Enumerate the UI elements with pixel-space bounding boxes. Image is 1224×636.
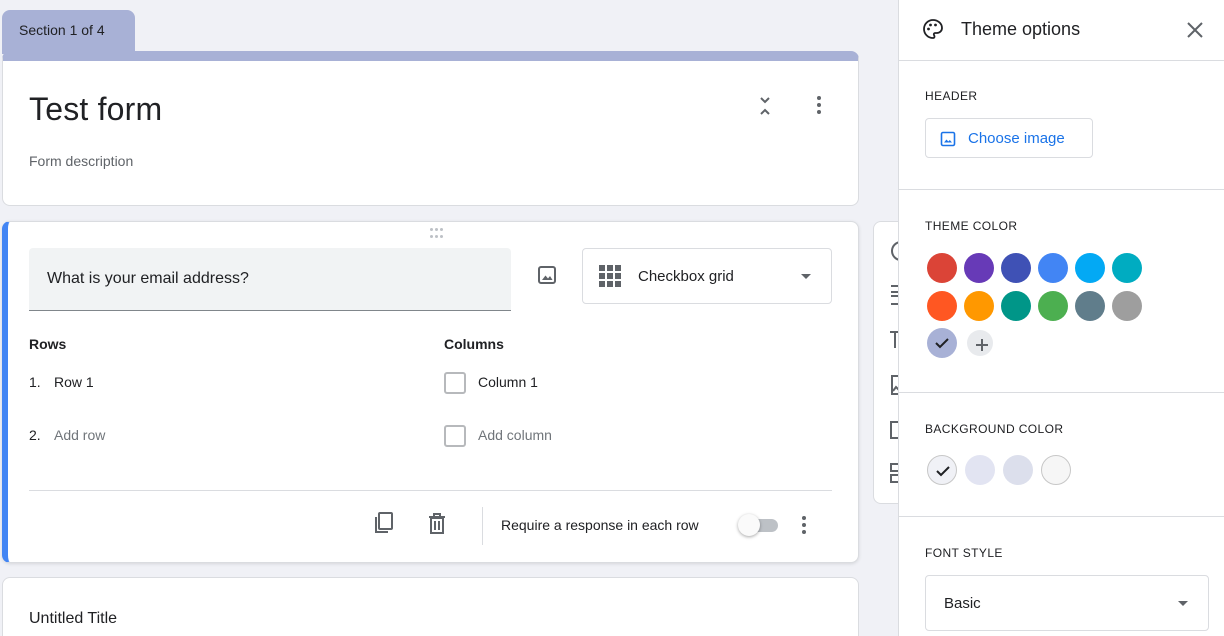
collapse-section-icon[interactable]: [755, 93, 775, 119]
font-style-value: Basic: [944, 595, 981, 612]
footer-vertical-divider: [482, 507, 483, 545]
columns-heading: Columns: [444, 336, 504, 352]
theme-color-swatch[interactable]: [964, 253, 994, 283]
theme-color-swatch[interactable]: [1075, 253, 1105, 283]
add-row-label: Add row: [54, 427, 106, 443]
drag-handle-icon[interactable]: [426, 228, 446, 240]
panel-divider: [899, 392, 1224, 393]
add-column-checkbox: [444, 425, 466, 447]
delete-icon[interactable]: [426, 512, 448, 536]
duplicate-icon[interactable]: [372, 511, 396, 535]
panel-divider: [899, 516, 1224, 517]
background-color-swatch[interactable]: [965, 455, 995, 485]
footer-divider: [29, 490, 832, 491]
add-row[interactable]: 2. Add row: [29, 427, 105, 443]
row-number: 2.: [29, 427, 41, 443]
add-image-icon[interactable]: [536, 264, 558, 286]
question-title-input[interactable]: What is your email address?: [29, 248, 511, 311]
form-description[interactable]: Form description: [29, 153, 133, 169]
section-more-icon[interactable]: [809, 92, 829, 118]
theme-color-swatch[interactable]: [1038, 291, 1068, 321]
rows-heading: Rows: [29, 336, 67, 352]
header-section-label: HEADER: [925, 89, 978, 103]
theme-color-swatch[interactable]: [1001, 291, 1031, 321]
require-response-toggle[interactable]: [736, 513, 780, 537]
theme-color-swatch[interactable]: [1001, 253, 1031, 283]
section-tab: Section 1 of 4: [2, 10, 135, 54]
panel-title: Theme options: [961, 19, 1081, 39]
form-title[interactable]: Test form: [29, 91, 162, 128]
theme-options-panel: Theme options HEADER Choose image THEME …: [898, 0, 1224, 636]
panel-divider: [899, 189, 1224, 190]
theme-panel-header: Theme options: [899, 0, 1224, 61]
theme-color-swatch[interactable]: [1038, 253, 1068, 283]
image-icon: [940, 131, 956, 147]
background-color-swatch[interactable]: [1003, 455, 1033, 485]
column-checkbox: [444, 372, 466, 394]
add-custom-color-icon[interactable]: [967, 330, 993, 356]
question-type-dropdown[interactable]: Checkbox grid: [582, 248, 832, 304]
column-label[interactable]: Column 1: [478, 374, 538, 390]
theme-color-swatch[interactable]: [927, 291, 957, 321]
require-response-label: Require a response in each row: [501, 517, 699, 533]
checkbox-grid-icon: [599, 265, 621, 287]
background-color-label: BACKGROUND COLOR: [925, 422, 1064, 436]
theme-color-swatch[interactable]: [927, 253, 957, 283]
theme-color-swatch[interactable]: [1112, 291, 1142, 321]
background-color-swatch-selected[interactable]: [927, 455, 957, 485]
font-style-dropdown[interactable]: Basic: [925, 575, 1209, 631]
font-style-label: FONT STYLE: [925, 546, 1003, 560]
untitled-title[interactable]: Untitled Title: [29, 610, 117, 628]
theme-color-label: THEME COLOR: [925, 219, 1018, 233]
row-item[interactable]: 1. Row 1: [29, 374, 94, 390]
form-title-card[interactable]: Test form Form description: [2, 51, 859, 206]
dropdown-arrow-icon: [801, 274, 811, 279]
theme-color-swatch[interactable]: [1112, 253, 1142, 283]
choose-image-label: Choose image: [968, 130, 1065, 147]
palette-icon: [923, 19, 943, 39]
theme-color-swatch[interactable]: [964, 291, 994, 321]
add-column[interactable]: Add column: [478, 427, 552, 443]
background-color-swatch[interactable]: [1041, 455, 1071, 485]
row-number: 1.: [29, 374, 41, 390]
question-card[interactable]: What is your email address? Checkbox gri…: [2, 221, 859, 563]
choose-image-button[interactable]: Choose image: [925, 118, 1093, 158]
untitled-card[interactable]: Untitled Title: [2, 577, 859, 636]
dropdown-arrow-icon: [1178, 601, 1188, 606]
theme-color-swatch[interactable]: [1075, 291, 1105, 321]
question-type-label: Checkbox grid: [638, 268, 734, 285]
theme-color-swatch-selected[interactable]: [927, 328, 957, 358]
question-more-icon[interactable]: [794, 512, 814, 538]
row-label: Row 1: [54, 374, 94, 390]
close-icon[interactable]: [1183, 18, 1207, 42]
